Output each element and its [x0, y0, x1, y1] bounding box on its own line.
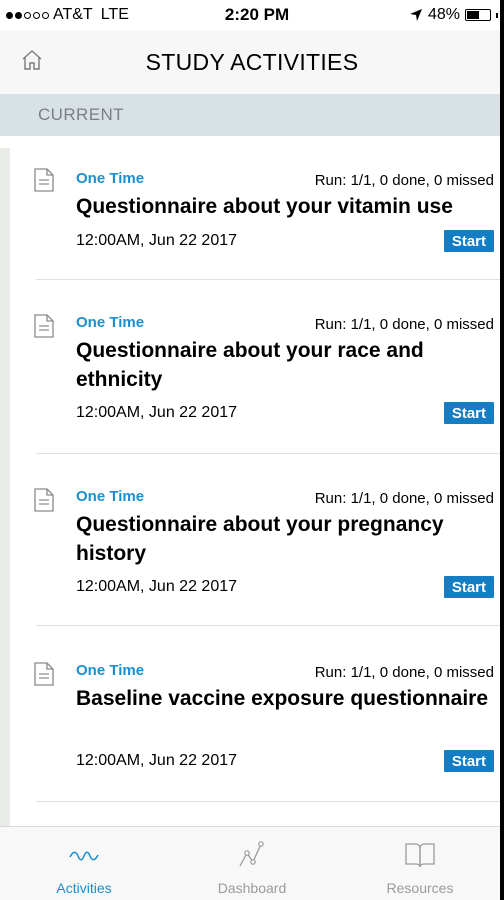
activity-date: 12:00AM, Jun 22 2017: [76, 404, 238, 421]
resources-book-icon: [405, 843, 435, 868]
status-left: AT&T LTE: [6, 6, 176, 24]
activity-frequency: One Time: [76, 170, 145, 187]
document-icon: [34, 662, 54, 686]
battery-icon: [465, 9, 491, 21]
carrier-name: AT&T: [53, 6, 93, 23]
network-type: LTE: [100, 6, 129, 23]
activity-run-status: Run: 1/1, 0 done, 0 missed: [314, 664, 494, 681]
activity-card[interactable]: One Time Run: 1/1, 0 done, 0 missed Ques…: [34, 136, 504, 280]
activity-title: Questionnaire about your vitamin use: [76, 195, 453, 218]
tab-dashboard[interactable]: Dashboard: [168, 827, 336, 900]
activity-frequency: One Time: [76, 314, 145, 331]
activity-run-status: Run: 1/1, 0 done, 0 missed: [314, 490, 494, 507]
activity-title: Questionnaire about your pregnancy histo…: [76, 513, 444, 565]
document-icon: [34, 168, 54, 192]
document-icon: [34, 314, 54, 338]
dashboard-graph-icon: [239, 841, 264, 867]
activity-list: One Time Run: 1/1, 0 done, 0 missed Ques…: [34, 136, 504, 826]
activity-title: Baseline vaccine exposure questionnaire: [76, 687, 489, 710]
screen-edge: [500, 0, 504, 900]
status-time: 2:20 PM: [224, 5, 290, 24]
activity-date: 12:00AM, Jun 22 2017: [76, 752, 238, 769]
tab-resources[interactable]: Resources: [336, 827, 504, 900]
side-rail: [0, 148, 10, 828]
activity-card[interactable]: One Time Run: 1/1, 0 done, 0 missed Ques…: [34, 454, 504, 626]
location-arrow-icon: [409, 9, 422, 21]
tab-activities[interactable]: Activities: [0, 827, 168, 900]
activity-title: Questionnaire about your race and ethnic…: [76, 339, 424, 391]
start-button[interactable]: Start: [443, 230, 494, 252]
activity-run-status: Run: 1/1, 0 done, 0 missed: [314, 172, 494, 189]
activity-card[interactable]: One Time Run: 1/1, 0 done, 0 missed Base…: [34, 626, 504, 802]
signal-strength-icon: [6, 11, 49, 19]
tab-label-resources: Resources: [386, 880, 454, 896]
activity-date: 12:00AM, Jun 22 2017: [76, 578, 238, 595]
activity-frequency: One Time: [76, 488, 145, 505]
start-button[interactable]: Start: [443, 576, 494, 598]
activity-frequency: One Time: [76, 662, 145, 679]
battery-fill: [467, 11, 479, 19]
battery-nub: [496, 12, 498, 18]
start-button[interactable]: Start: [443, 750, 494, 772]
phone-screen: AT&T LTE 2:20 PM 48% STUDY ACTIVITIES CU…: [0, 0, 504, 900]
activity-run-status: Run: 1/1, 0 done, 0 missed: [314, 316, 494, 333]
tab-label-activities: Activities: [56, 880, 112, 896]
start-button[interactable]: Start: [443, 402, 494, 424]
home-icon[interactable]: [20, 48, 44, 72]
document-icon: [34, 488, 54, 512]
nav-header: STUDY ACTIVITIES: [0, 30, 504, 94]
page-title: STUDY ACTIVITIES: [145, 48, 359, 75]
activities-wave-icon: [69, 851, 99, 861]
status-bar: AT&T LTE 2:20 PM 48%: [0, 0, 504, 30]
status-right: 48%: [358, 6, 498, 24]
tab-label-dashboard: Dashboard: [217, 880, 287, 896]
tab-bar: Activities Dashboard Resources: [0, 826, 504, 900]
section-header-current: CURRENT: [0, 94, 504, 136]
activity-card[interactable]: One Time Run: 1/1, 0 done, 0 missed Ques…: [34, 280, 504, 454]
activity-date: 12:00AM, Jun 22 2017: [76, 232, 238, 249]
battery-percent: 48%: [427, 6, 460, 23]
